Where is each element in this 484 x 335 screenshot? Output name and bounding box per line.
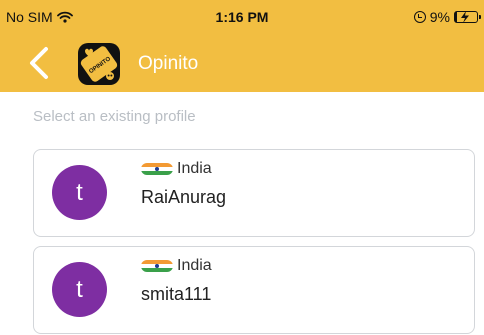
back-button[interactable] xyxy=(24,44,64,82)
nav-bar: OPINITO Opinito xyxy=(0,34,484,92)
india-flag-icon xyxy=(141,163,173,175)
app-title: Opinito xyxy=(138,53,199,74)
screen: No SIM 1:16 PM 9% OPINITO Opinito Select… xyxy=(0,0,484,335)
country-label: India xyxy=(177,257,212,274)
country-row: India xyxy=(141,257,212,275)
india-flag-icon xyxy=(141,260,173,272)
status-right: 9% xyxy=(413,9,481,25)
header: No SIM 1:16 PM 9% OPINITO Opinito xyxy=(0,0,484,92)
status-bar: No SIM 1:16 PM 9% xyxy=(0,0,484,34)
avatar: t xyxy=(52,262,107,317)
profile-username: smita111 xyxy=(141,284,212,304)
clock: 1:16 PM xyxy=(215,9,269,25)
country-label: India xyxy=(177,160,212,177)
app-logo: OPINITO xyxy=(78,43,120,85)
orientation-lock-icon xyxy=(413,11,426,23)
profile-card[interactable]: t India smita111 xyxy=(33,246,475,334)
battery-charging-icon xyxy=(454,11,481,23)
chevron-left-icon xyxy=(30,47,48,79)
avatar: t xyxy=(52,165,107,220)
profile-username: RaiAnurag xyxy=(141,187,227,207)
section-label: Select an existing profile xyxy=(33,108,196,125)
country-row: India xyxy=(141,160,212,178)
profile-card[interactable]: t India RaiAnurag xyxy=(33,149,475,237)
battery-percent: 9% xyxy=(429,9,450,25)
